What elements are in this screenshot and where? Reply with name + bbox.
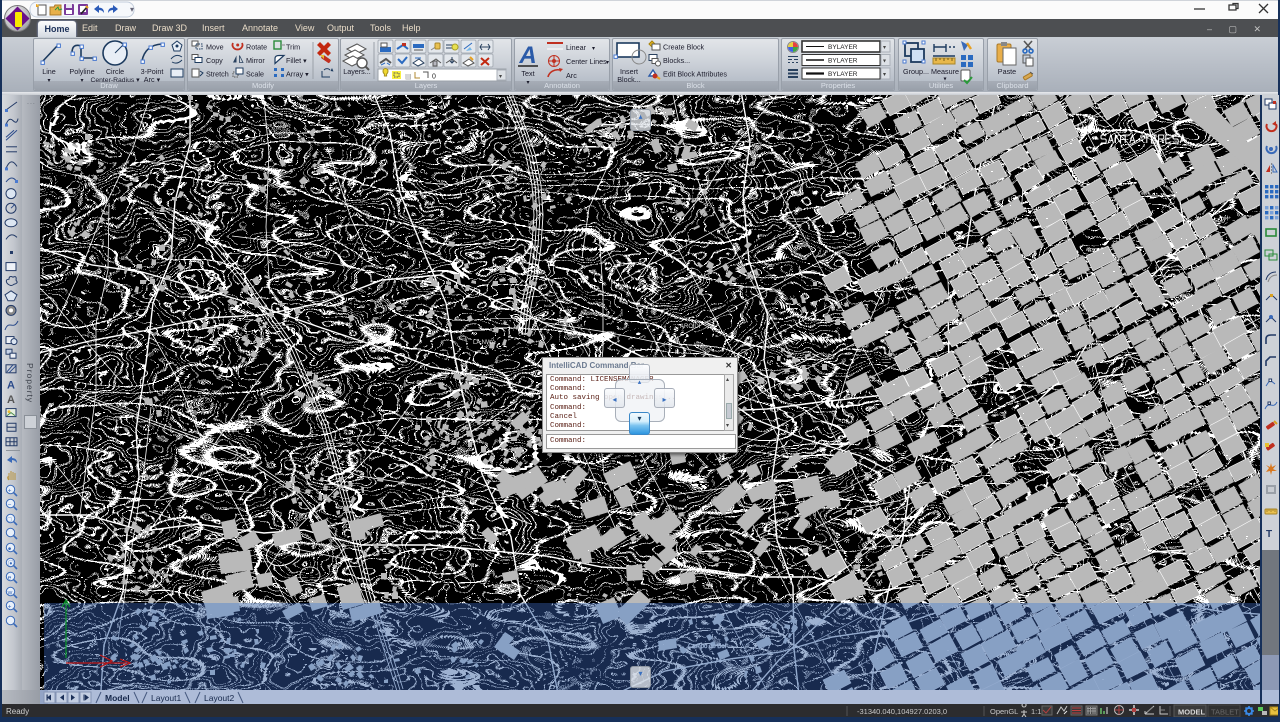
svg-text:▾: ▾ <box>883 59 886 65</box>
svg-text:▾: ▾ <box>606 60 609 66</box>
svg-text:OpenGL: OpenGL <box>990 707 1018 716</box>
svg-text:Block...: Block... <box>617 75 641 84</box>
svg-text:Layout2: Layout2 <box>204 693 235 703</box>
svg-text:A: A <box>7 394 15 406</box>
svg-text:-31340.040,104927.0203,0: -31340.040,104927.0203,0 <box>857 707 947 716</box>
svg-text:▾: ▾ <box>47 78 50 84</box>
svg-text:e: e <box>8 575 12 582</box>
svg-text:Mirror: Mirror <box>246 56 265 65</box>
svg-text:BYLAYER: BYLAYER <box>828 44 858 51</box>
svg-text:ARCIDI: ARCIDI <box>680 324 701 330</box>
svg-text:Copy: Copy <box>206 56 223 65</box>
svg-text:−: − <box>8 502 12 509</box>
svg-text:TABLET: TABLET <box>1211 708 1239 717</box>
svg-text:1:1: 1:1 <box>1031 707 1041 716</box>
svg-text:▾: ▾ <box>499 74 502 80</box>
svg-text:Stretch: Stretch <box>206 70 229 79</box>
svg-text:Layers...: Layers... <box>343 67 371 76</box>
svg-text:Circle: Circle <box>106 67 124 76</box>
svg-text:▾: ▾ <box>130 5 134 14</box>
svg-text:Linear: Linear <box>566 43 587 52</box>
svg-text:▾: ▾ <box>80 78 83 84</box>
svg-text:Scale: Scale <box>246 70 264 79</box>
svg-text:Center Lines: Center Lines <box>566 57 607 66</box>
svg-text:▾: ▾ <box>943 77 946 83</box>
svg-text:▾: ▾ <box>526 80 529 86</box>
svg-text:Blocks...: Blocks... <box>663 56 690 65</box>
svg-text:w: w <box>7 590 13 597</box>
svg-text:Fillet ▾: Fillet ▾ <box>286 56 307 65</box>
svg-text:0: 0 <box>432 74 436 81</box>
svg-text:Arc: Arc <box>566 71 577 80</box>
svg-text:BYLAYER: BYLAYER <box>828 58 858 65</box>
svg-text:▾: ▾ <box>883 45 886 51</box>
svg-text:Layout1: Layout1 <box>151 693 182 703</box>
svg-text:Create Block: Create Block <box>663 43 705 52</box>
svg-text:A: A <box>7 379 15 391</box>
svg-text:Measure: Measure <box>931 67 959 76</box>
svg-text:Polyline: Polyline <box>69 67 94 76</box>
svg-text:Array ▾: Array ▾ <box>286 70 309 79</box>
svg-text:Paste: Paste <box>998 67 1016 76</box>
svg-text:Campo de Boi: Campo de Boi <box>688 644 726 650</box>
svg-text:Center-Radius ▾: Center-Radius ▾ <box>90 77 140 84</box>
svg-text:MODEL: MODEL <box>1178 708 1206 717</box>
svg-text:Arc ▾: Arc ▾ <box>144 75 161 84</box>
svg-text:□: □ <box>8 517 12 524</box>
svg-text:●: ● <box>8 546 12 553</box>
svg-text:Group...: Group... <box>903 67 929 76</box>
svg-text:Edit Block Attributes: Edit Block Attributes <box>663 70 727 79</box>
svg-text:T: T <box>1266 529 1272 540</box>
svg-text:LA NWA: LA NWA <box>473 340 495 346</box>
svg-text:▤: ▤ <box>405 74 412 81</box>
svg-text:Text: Text <box>521 69 534 78</box>
svg-text:Move: Move <box>206 43 224 52</box>
svg-text:Line: Line <box>42 67 56 76</box>
svg-text:BYLAYER: BYLAYER <box>828 71 858 78</box>
svg-text:Rotate: Rotate <box>246 43 267 52</box>
svg-text:▾: ▾ <box>592 46 595 52</box>
svg-text:⦿: ⦿ <box>8 560 15 568</box>
svg-text:Model: Model <box>105 693 130 703</box>
svg-text:▾: ▾ <box>883 72 886 78</box>
svg-text:Trim: Trim <box>286 43 300 52</box>
svg-text:A: A <box>518 42 536 69</box>
svg-text:Ready: Ready <box>6 707 29 716</box>
svg-text:+: + <box>8 488 12 495</box>
svg-text:+: + <box>8 604 12 611</box>
